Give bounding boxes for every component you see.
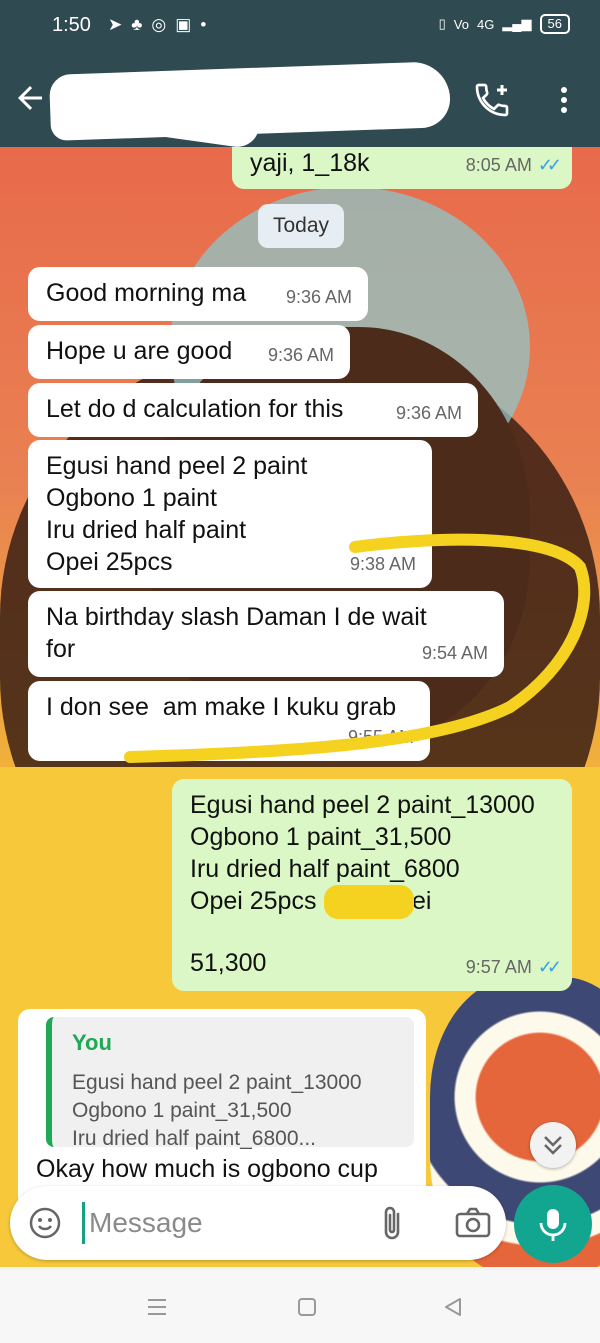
message-time: 9:54 AM: [421, 643, 488, 663]
mic-button[interactable]: [514, 1185, 592, 1263]
system-icons: ▯ Vo 4G ▂▄▆ 56: [439, 14, 570, 34]
redaction-highlight: [324, 885, 414, 919]
camera-icon[interactable]: [454, 1204, 492, 1242]
message-line: Iru dried half paint: [46, 516, 247, 544]
scroll-to-bottom-button[interactable]: [530, 1122, 576, 1168]
message-line: Na birthday slash Daman I de wait: [46, 603, 427, 631]
message-outgoing[interactable]: yaji, 1_18k 8:05 AM ✓✓: [232, 147, 572, 189]
message-outgoing[interactable]: Egusi hand peel 2 paint_13000 Ogbono 1 p…: [172, 779, 572, 991]
emoji-icon[interactable]: [28, 1206, 62, 1240]
message-text: Hope u are good: [46, 337, 233, 365]
message-line: Iru dried half paint_6800: [190, 855, 460, 883]
quoted-message[interactable]: You Egusi hand peel 2 paint_13000 Ogbono…: [46, 1017, 414, 1150]
whatsapp-icon: ◎: [151, 15, 167, 34]
message-meta: 9:55 AM: [348, 721, 414, 753]
read-ticks-icon: ✓✓: [537, 957, 562, 977]
message-incoming[interactable]: Hope u are good 9:36 AM: [28, 325, 350, 379]
message-meta: 9:57 AM ✓✓: [465, 951, 562, 983]
message-line: Egusi hand peel 2 paint_13000: [190, 791, 535, 819]
message-meta: 9:36 AM: [268, 339, 334, 371]
message-line: Ogbono 1 paint_31,500: [190, 823, 452, 851]
volte-icon: Vo: [453, 16, 469, 32]
message-meta: 9:36 AM: [286, 281, 352, 313]
message-incoming[interactable]: Let do d calculation for this 9:36 AM: [28, 383, 478, 437]
message-line: Opei 25pcs: [46, 548, 173, 576]
message-icon: ▣: [175, 15, 192, 34]
message-meta: 9:36 AM: [396, 397, 462, 429]
recents-icon[interactable]: [146, 1296, 168, 1318]
message-time: 8:05 AM: [465, 155, 532, 175]
mic-icon: [539, 1209, 567, 1241]
message-incoming[interactable]: I don see am make I kuku grab 9:55 AM: [28, 681, 430, 761]
message-time: 9:38 AM: [349, 554, 416, 574]
network-type: 4G: [476, 16, 495, 32]
message-list[interactable]: yaji, 1_18k 8:05 AM ✓✓ Today Good morning…: [0, 147, 600, 1267]
telegram-icon: ➤: [108, 15, 123, 34]
notification-icons: ➤ ♣ ◎ ▣ •: [108, 15, 206, 35]
back-arrow-icon[interactable]: [12, 80, 48, 116]
read-ticks-icon: ✓✓: [537, 155, 562, 175]
message-line: Ogbono 1 paint: [46, 484, 217, 512]
message-line: Egusi hand peel 2 paint: [46, 452, 308, 480]
battery-icon: 56: [539, 14, 570, 34]
nav-back-icon[interactable]: [442, 1296, 464, 1318]
message-meta: 9:54 AM: [422, 637, 488, 669]
message-incoming-reply[interactable]: You Egusi hand peel 2 paint_13000 Ogbono…: [18, 1009, 426, 1209]
dot-icon: •: [200, 15, 207, 34]
quote-line: Iru dried half paint_6800...: [72, 1127, 317, 1150]
message-text: Good morning ma: [46, 279, 247, 307]
message-time: 9:36 AM: [267, 345, 334, 365]
message-line: for: [46, 635, 76, 663]
message-time: 9:36 AM: [285, 287, 352, 307]
add-call-icon[interactable]: [472, 80, 512, 120]
message-time: 9:57 AM: [465, 957, 532, 977]
message-line-tail: ei: [412, 887, 432, 915]
message-time: 9:36 AM: [395, 403, 462, 423]
status-bar: 1:50 ➤ ♣ ◎ ▣ • ▯ Vo 4G ▂▄▆ 56: [0, 0, 600, 52]
date-chip: Today: [258, 204, 344, 248]
message-meta: 9:38 AM: [350, 548, 416, 580]
quote-author: You: [72, 1030, 112, 1055]
message-total: 51,300: [190, 949, 267, 977]
message-text: Let do d calculation for this: [46, 395, 344, 423]
message-incoming[interactable]: Good morning ma 9:36 AM: [28, 267, 368, 321]
message-text: Okay how much is ogbono cup: [36, 1155, 378, 1183]
double-chevron-down-icon: [544, 1136, 562, 1155]
message-incoming[interactable]: Egusi hand peel 2 paint Ogbono 1 paint I…: [28, 440, 432, 588]
message-input[interactable]: [82, 1202, 352, 1244]
status-time: 1:50: [52, 14, 91, 36]
message-incoming[interactable]: Na birthday slash Daman I de wait for 9:…: [28, 591, 504, 677]
home-icon[interactable]: [296, 1296, 318, 1318]
message-line: Opei 25pcs: [190, 887, 317, 915]
chat-header: 060: [0, 52, 600, 150]
system-nav-bar: [0, 1270, 600, 1343]
signal-icon: ▂▄▆: [502, 16, 532, 31]
composer: [10, 1186, 506, 1260]
attach-icon[interactable]: [376, 1204, 410, 1244]
vibrate-icon: ▯: [438, 16, 446, 31]
message-text: I don see am make I kuku grab: [46, 693, 397, 721]
message-meta: 8:05 AM ✓✓: [465, 149, 562, 181]
snapchat-icon: ♣: [131, 15, 143, 34]
more-vert-icon[interactable]: [552, 82, 576, 118]
message-text: yaji, 1_18k: [250, 149, 370, 177]
message-time: 9:55 AM: [347, 727, 414, 747]
